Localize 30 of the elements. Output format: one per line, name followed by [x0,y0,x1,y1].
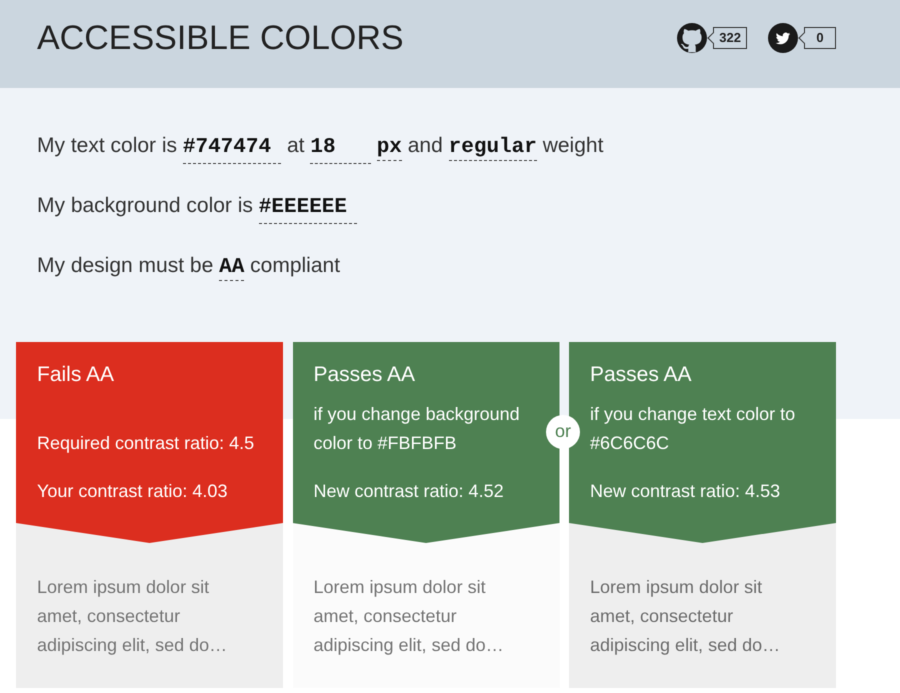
value-field[interactable]: 18 [310,134,371,164]
option-dropdown[interactable]: px [376,136,402,161]
site-title: ACCESSIBLE COLORS [37,21,404,55]
result-note: if you change background color to #FBFBFB [314,403,521,455]
ratio-text: New contrast ratio: 4.53 [590,480,782,503]
result-title: Passes AA [314,362,416,388]
sentence-text: My text color is [37,134,178,157]
sample-text: Lorem ipsum dolor sit amet, consectetur adipiscing elit, sed do… [314,576,505,657]
octocat-icon[interactable] [677,23,708,53]
value-field[interactable]: #747474 [182,134,282,164]
bird-icon[interactable] [768,23,798,53]
result-title: Fails AA [37,362,116,388]
sentence-text: compliant [250,254,340,277]
sentence-text: at [287,134,305,157]
result-note: if you change text color to #6C6C6C [590,403,796,455]
ratio-text: Your contrast ratio: 4.03 [37,480,228,503]
sample-text: Lorem ipsum dolor sit amet, consectetur adipiscing elit, sed do… [37,576,228,657]
option-dropdown[interactable]: regular [448,136,537,161]
result-title: Passes AA [590,362,693,388]
sentence-text: My design must be [37,254,214,277]
sentence-text: weight [542,134,604,157]
sentence-text: My background color is [37,194,253,217]
option-dropdown[interactable]: AA [219,256,244,281]
value-field[interactable]: #EEEEEE [258,194,358,224]
sample-text: Lorem ipsum dolor sit amet, consectetur adipiscing elit, sed do… [590,576,782,657]
ratio-text: New contrast ratio: 4.52 [314,480,505,503]
sentence-text: and [408,134,443,157]
ratio-text: Required contrast ratio: 4.5 [37,432,256,455]
count-bubble[interactable]: 0 [798,27,836,49]
count-bubble[interactable]: 322 [707,27,747,49]
